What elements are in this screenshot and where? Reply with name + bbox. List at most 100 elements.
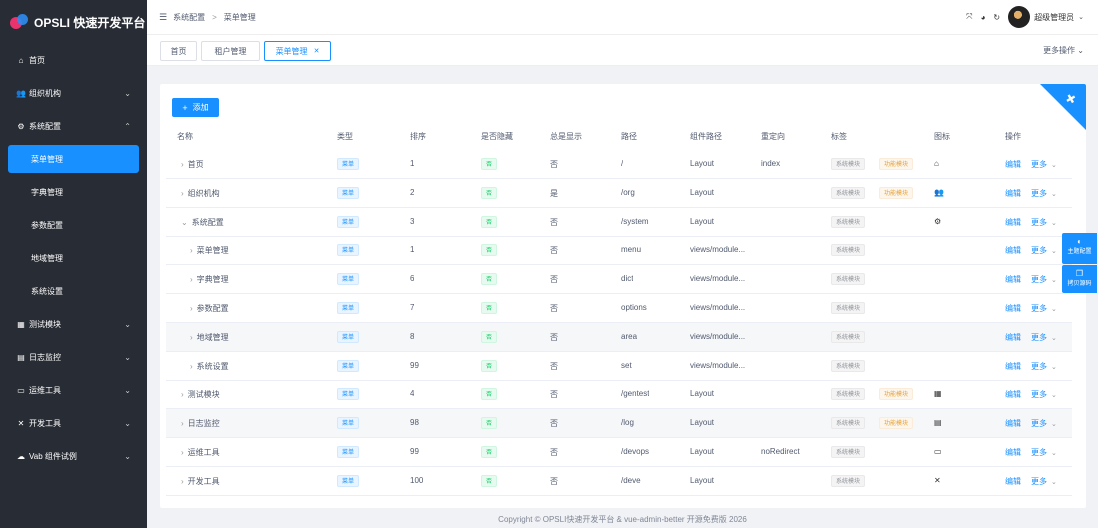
sort-cell: 99 [410, 360, 419, 370]
corner-ribbon[interactable] [1040, 84, 1086, 130]
fullscreen-icon[interactable]: ⤧ [966, 12, 972, 22]
sidebar-item-3[interactable]: ▦ 测试模块 ⌄ [0, 308, 147, 341]
chevron-right-icon[interactable]: › [181, 419, 184, 428]
chevron-right-icon[interactable]: › [190, 246, 193, 255]
sidebar-item-7[interactable]: ☁ Vab 组件试例 ⌄ [0, 440, 147, 473]
table-row[interactable]: › 地域管理 菜单 8 否 否 area views/module... 系统模块 编辑 更多 ⌄ [166, 322, 1072, 352]
table-row[interactable]: › 日志监控 菜单 98 否 否/log Layout 系统模块 功能模块 ▤ 编辑 更多 ⌄ [166, 409, 1072, 439]
sidebar-item-6[interactable]: ✕ 开发工具 ⌄ [0, 407, 147, 440]
always-show-cell: 否 [550, 217, 558, 227]
hidden-badge: 否 [481, 186, 498, 199]
app-logo[interactable]: OPSLI 快速开发平台 [0, 0, 147, 44]
sidebar-item-1[interactable]: 👥 组织机构 ⌄ [0, 77, 147, 110]
table-row[interactable]: › 参数配置 菜单 7 否 否 options views/module... 系统模块 编辑 更多… [166, 294, 1072, 323]
theme-config-button[interactable]: ◐ 主题配置 [1062, 233, 1097, 264]
edit-link[interactable]: 编辑 [1005, 332, 1021, 343]
more-dropdown[interactable]: 更多 ⌄ [1031, 476, 1057, 487]
chevron-right-icon[interactable]: › [190, 304, 193, 313]
copy-source-button[interactable]: ❐ 拷贝源码 [1062, 265, 1097, 293]
menu-name: 首页 [187, 160, 204, 169]
edit-link[interactable]: 编辑 [1005, 361, 1021, 372]
chevron-right-icon[interactable]: › [181, 160, 184, 169]
sidebar-item-0[interactable]: ⌂ 首页 [0, 44, 147, 77]
edit-link[interactable]: 编辑 [1005, 303, 1021, 314]
logo-icon [10, 12, 30, 32]
tag-badge: 系统模块 [831, 244, 866, 257]
sidebar-item-4[interactable]: ▤ 日志监控 ⌄ [0, 341, 147, 374]
table-row[interactable]: › 测试模块 菜单 4 否 否/gentest Layout 系统模块 功能模块 ▦ 编辑 更多 ⌄ [166, 380, 1072, 410]
table-row[interactable]: › 开发工具 菜单 100 否 否/deve Layout 系统模块 ✕ 编辑 更多 ⌄ [166, 467, 1072, 496]
sidebar: OPSLI 快速开发平台 ⌂ 首页 👥 组织机构 ⌄ ⚙ 系统配置 ⌃ 菜单管理字典管理 参数配置… [0, 0, 147, 528]
table-row[interactable]: ⌄ 系统配置 菜单 3 否否/system Layout 系统模块 ⚙ 编辑 更多 ⌄ [166, 208, 1072, 237]
tag-badge: 系统模块 [831, 302, 866, 314]
edit-link[interactable]: 编辑 [1005, 217, 1021, 228]
chevron-down-icon: ⌄ [124, 452, 131, 461]
username[interactable]: 超级管理员 [1034, 12, 1074, 23]
more-dropdown[interactable]: 更多 ⌄ [1031, 447, 1057, 458]
table-row[interactable]: › 组织机构 菜单 2 否 是/org Layout 系统模块 功能模块 👥 编辑 更多 ⌄ [166, 179, 1072, 208]
more-dropdown[interactable]: 更多 ⌄ [1031, 217, 1057, 228]
column-header: 名称 [177, 132, 193, 141]
menu-name: 系统配置 [191, 217, 224, 227]
more-dropdown[interactable]: 更多 ⌄ [1031, 159, 1057, 170]
breadcrumb-item-menu: 菜单管理 [223, 12, 256, 22]
path-cell: options [621, 303, 647, 312]
sidebar-subitem-0[interactable]: 菜单管理 [8, 145, 139, 173]
edit-link[interactable]: 编辑 [1005, 389, 1021, 400]
table-row[interactable]: › 运维工具 菜单 99 否 否/devops Layout noRedirect 系统模块 ▭ 编… [166, 438, 1072, 467]
sidebar-item-2[interactable]: ⚙ 系统配置 ⌃ [0, 110, 147, 143]
edit-link[interactable]: 编辑 [1005, 188, 1021, 199]
menu-name: 字典管理 [196, 275, 229, 285]
sidebar-item-5[interactable]: ▭ 运维工具 ⌄ [0, 374, 147, 407]
sidebar-subitem-2[interactable]: 参数配置 [0, 209, 147, 242]
more-actions-dropdown[interactable]: 更多操作 ⌄ [1043, 45, 1084, 56]
chevron-right-icon[interactable]: › [181, 189, 184, 198]
tab-menu[interactable]: 菜单管理 ✕ [264, 41, 331, 61]
edit-link[interactable]: 编辑 [1005, 159, 1021, 170]
more-dropdown[interactable]: 更多 ⌄ [1031, 245, 1057, 256]
edit-link[interactable]: 编辑 [1005, 476, 1021, 487]
chevron-right-icon[interactable]: › [181, 477, 184, 486]
sort-cell: 6 [410, 274, 415, 284]
top-header: ☰ 系统配置 > 菜单管理 ⤧ ◕ ↻ 超级管理员 ⌄ [147, 0, 1098, 34]
type-badge: 菜单 [337, 388, 360, 401]
more-actions-label: 更多操作 [1043, 46, 1076, 55]
table-row[interactable]: › 首页 菜单 1 否 否 / Layout index 系统模块 功能模块 ⌂ 编辑 更多 ⌄ [166, 150, 1072, 179]
chevron-right-icon[interactable]: › [181, 448, 184, 457]
more-dropdown[interactable]: 更多 ⌄ [1031, 361, 1057, 372]
chevron-down-icon[interactable]: ⌄ [181, 218, 188, 227]
close-icon[interactable]: ✕ [314, 47, 320, 55]
more-dropdown[interactable]: 更多 ⌄ [1031, 418, 1057, 429]
table-header: 名称 类型 排序 是否隐藏 总是显示 路径 组件路径 重定向 标签 图标 操作 [160, 127, 1086, 145]
sidebar-subitem-3[interactable]: 地域管理 [0, 242, 147, 275]
edit-link[interactable]: 编辑 [1005, 418, 1021, 429]
theme-icon[interactable]: ◕ [981, 13, 986, 22]
edit-link[interactable]: 编辑 [1005, 245, 1021, 256]
path-cell: set [621, 360, 632, 370]
tab-tenant[interactable]: 租户管理 [201, 41, 260, 61]
more-dropdown[interactable]: 更多 ⌄ [1031, 303, 1057, 314]
hidden-badge: 否 [481, 244, 498, 257]
breadcrumb-item-system[interactable]: 系统配置 [173, 12, 205, 23]
add-button[interactable]: + 添加 [172, 98, 219, 117]
table-row[interactable]: › 字典管理 菜单 6 否 否 dict views/module... 系统模块 编辑 更多 ⌄ [166, 265, 1072, 295]
chevron-down-icon[interactable]: ⌄ [1078, 13, 1084, 21]
chevron-right-icon[interactable]: › [190, 362, 193, 371]
more-dropdown[interactable]: 更多 ⌄ [1031, 389, 1057, 400]
chevron-right-icon[interactable]: › [190, 333, 193, 342]
more-dropdown[interactable]: 更多 ⌄ [1031, 274, 1057, 285]
refresh-icon[interactable]: ↻ [993, 13, 1000, 22]
avatar[interactable] [1008, 6, 1031, 28]
menu-fold-icon[interactable]: ☰ [159, 12, 167, 23]
edit-link[interactable]: 编辑 [1005, 447, 1021, 458]
table-row[interactable]: › 菜单管理 菜单 1 否 否 menu views/module... 系统模块 编辑 更多 ⌄ [166, 236, 1072, 266]
chevron-right-icon[interactable]: › [190, 275, 193, 284]
sidebar-subitem-1[interactable]: 字典管理 [0, 176, 147, 209]
more-dropdown[interactable]: 更多 ⌄ [1031, 188, 1057, 199]
sidebar-subitem-4[interactable]: 系统设置 [0, 275, 147, 308]
table-row[interactable]: › 系统设置 菜单 99 否 否 set views/module... 系统模块 编辑 更多 ⌄ [166, 352, 1072, 381]
more-dropdown[interactable]: 更多 ⌄ [1031, 332, 1057, 343]
edit-link[interactable]: 编辑 [1005, 274, 1021, 285]
chevron-right-icon[interactable]: › [181, 390, 184, 399]
tab-home[interactable]: 首页 [160, 41, 197, 61]
